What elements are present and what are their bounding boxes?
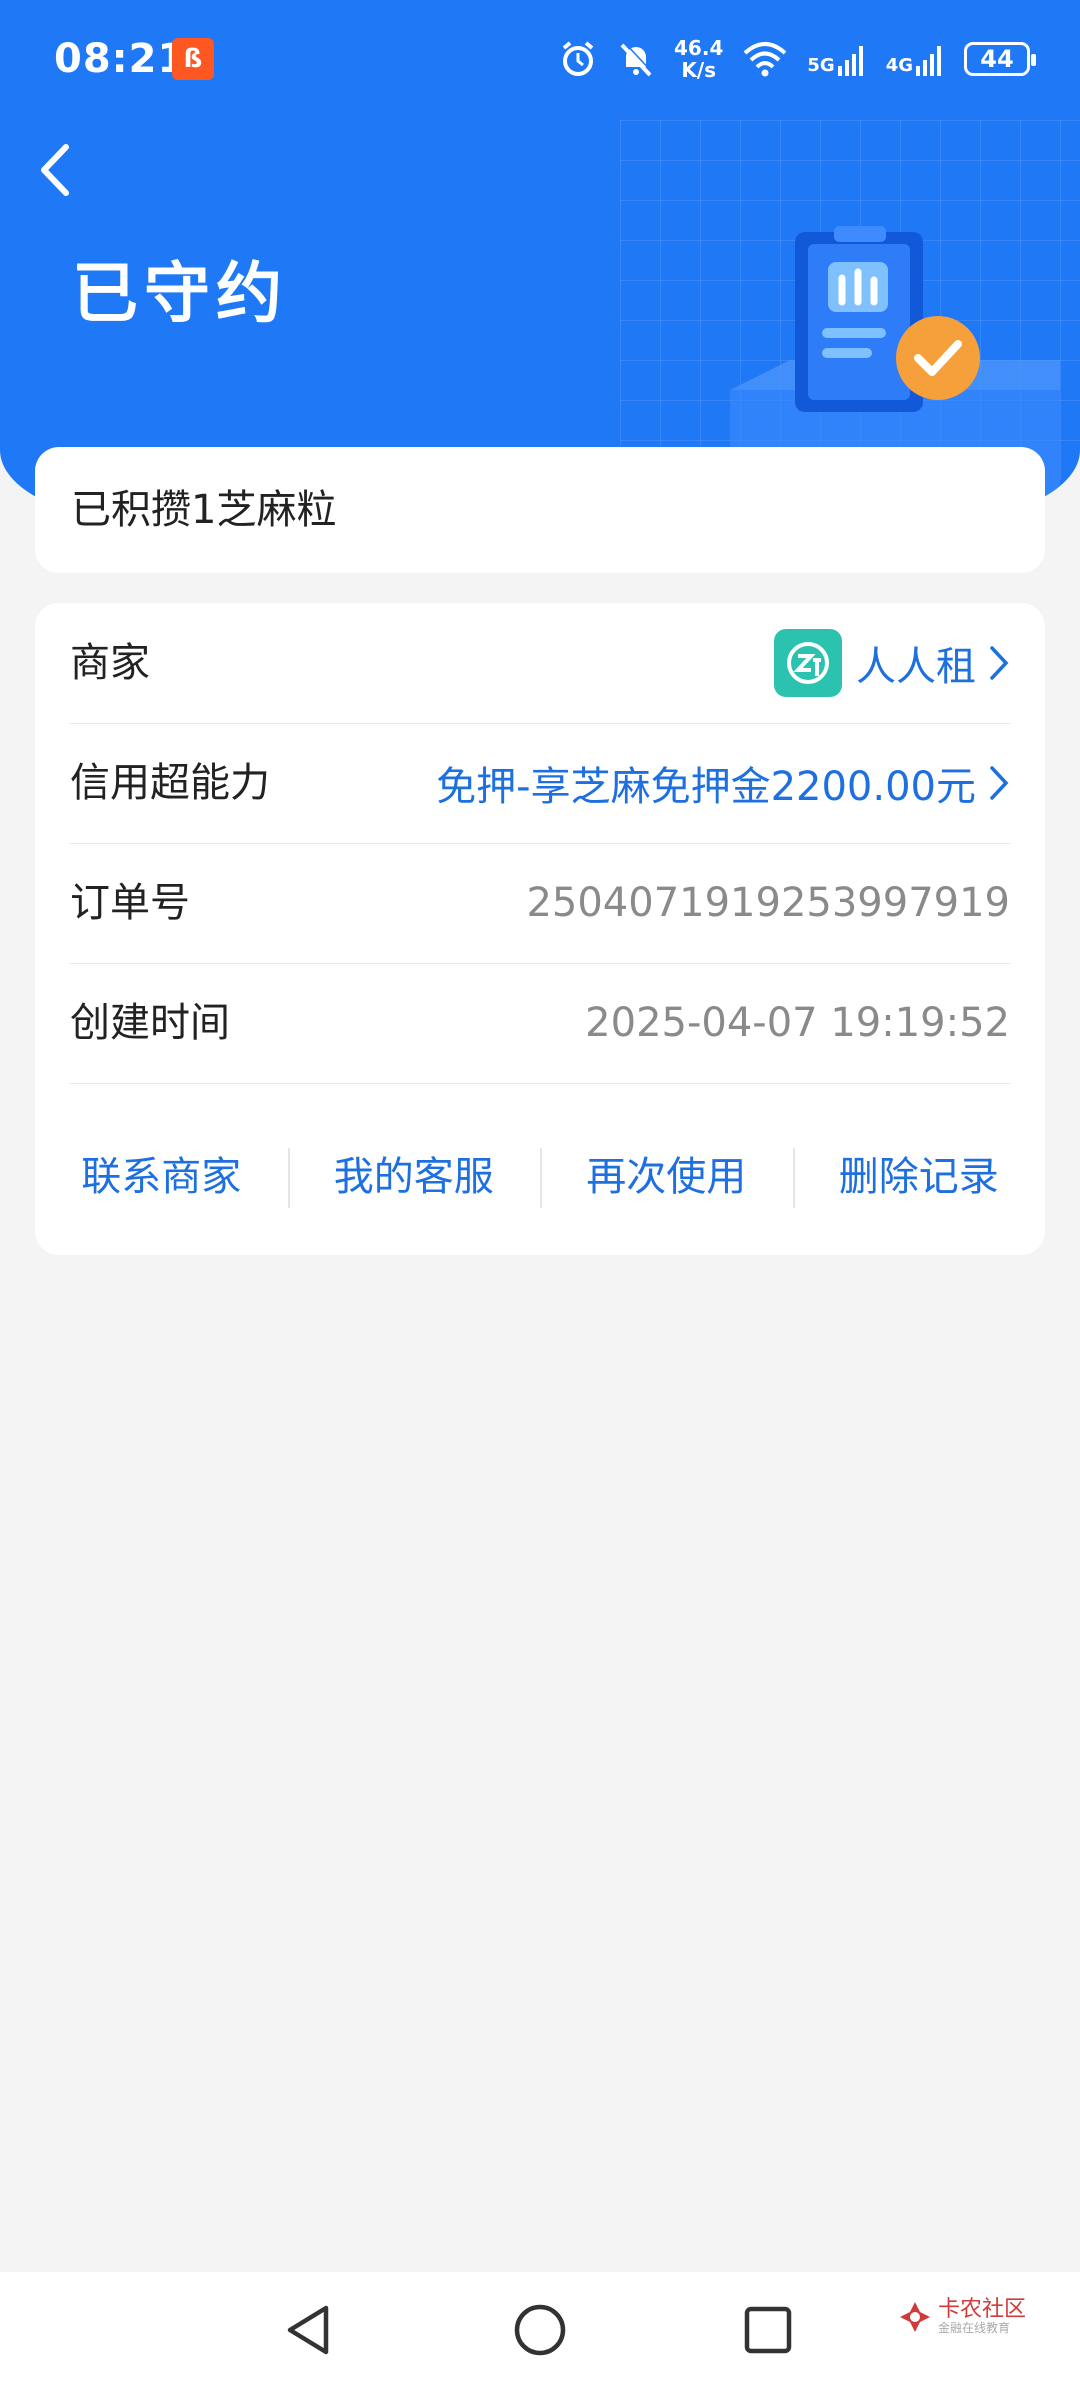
net-speed-value: 46.4 bbox=[674, 36, 724, 60]
signal-5g: 5G bbox=[807, 42, 867, 76]
back-arrow-icon[interactable] bbox=[30, 135, 90, 205]
contact-merchant-button[interactable]: 联系商家 bbox=[35, 1118, 288, 1236]
net-5g-label: 5G bbox=[807, 55, 835, 76]
chevron-right-icon bbox=[990, 766, 1009, 800]
delete-record-button[interactable]: 删除记录 bbox=[792, 1118, 1046, 1236]
use-again-button[interactable]: 再次使用 bbox=[540, 1118, 793, 1236]
merchant-logo-icon bbox=[774, 629, 842, 697]
created-time-value: 2025-04-07 19:19:52 bbox=[585, 1000, 1010, 1046]
net-speed-unit: K/s bbox=[681, 58, 717, 82]
system-navigation-bar: 卡农社区 金融在线教育 bbox=[0, 2272, 1080, 2388]
nav-recents-icon[interactable] bbox=[738, 2300, 798, 2360]
signal-4g: 4G bbox=[886, 42, 946, 76]
merchant-label: 商家 bbox=[70, 640, 150, 686]
merchant-row[interactable]: 商家 人人租 bbox=[70, 603, 1010, 724]
header-banner: 08:21 ß 46.4 K/s 5G 4G 44 已守约 bbox=[0, 0, 1080, 520]
watermark-title: 卡农社区 bbox=[938, 2297, 1027, 2322]
alarm-icon bbox=[562, 41, 594, 76]
status-icons: 46.4 K/s 5G 4G 44 bbox=[558, 34, 1036, 84]
order-number-row: 订单号 2504071919253997919 bbox=[70, 843, 1010, 964]
mute-bell-icon bbox=[620, 42, 654, 77]
points-text: 已积攒1芝麻粒 bbox=[71, 487, 337, 533]
signal-bars-icon bbox=[837, 46, 863, 76]
credit-label: 信用超能力 bbox=[70, 760, 270, 806]
nav-back-icon[interactable] bbox=[280, 2300, 340, 2360]
network-speed: 46.4 K/s bbox=[674, 37, 723, 81]
created-time-label: 创建时间 bbox=[70, 1000, 230, 1046]
wifi-icon bbox=[744, 42, 787, 77]
action-bar: 联系商家 我的客服 再次使用 删除记录 bbox=[35, 1118, 1045, 1236]
net-4g-label: 4G bbox=[885, 55, 913, 76]
app-notification-icon: ß bbox=[172, 38, 214, 80]
status-bar: 08:21 ß 46.4 K/s 5G 4G 44 bbox=[0, 0, 1080, 120]
order-number-label: 订单号 bbox=[70, 880, 190, 926]
watermark-logo-icon bbox=[900, 2302, 930, 2332]
watermark-subtitle: 金融在线教育 bbox=[938, 2321, 1011, 2335]
credit-value[interactable]: 免押-享芝麻免押金2200.00元 bbox=[436, 723, 1010, 843]
status-time: 08:21 bbox=[54, 36, 187, 82]
credit-value-text: 免押-享芝麻免押金2200.00元 bbox=[436, 764, 976, 810]
created-time-row: 创建时间 2025-04-07 19:19:52 bbox=[70, 963, 1010, 1084]
watermark: 卡农社区 金融在线教育 bbox=[898, 2294, 1028, 2340]
watermark-text-block: 卡农社区 金融在线教育 bbox=[938, 2297, 1027, 2336]
merchant-name: 人人租 bbox=[856, 644, 976, 690]
merchant-value[interactable]: 人人租 bbox=[774, 603, 1010, 723]
nav-home-icon[interactable] bbox=[510, 2300, 570, 2360]
points-card: 已积攒1芝麻粒 bbox=[35, 447, 1045, 573]
order-detail-card: 商家 人人租 信用超能力 免押-享芝麻免押金2200.00元 订单号 25040… bbox=[35, 603, 1045, 1255]
battery-indicator: 44 bbox=[964, 42, 1036, 76]
my-service-button[interactable]: 我的客服 bbox=[287, 1118, 541, 1236]
page-title: 已守约 bbox=[72, 255, 288, 332]
signal-bars-icon bbox=[916, 46, 941, 76]
credit-row[interactable]: 信用超能力 免押-享芝麻免押金2200.00元 bbox=[70, 723, 1010, 844]
order-number-value: 2504071919253997919 bbox=[526, 880, 1010, 926]
chevron-right-icon bbox=[990, 646, 1009, 680]
